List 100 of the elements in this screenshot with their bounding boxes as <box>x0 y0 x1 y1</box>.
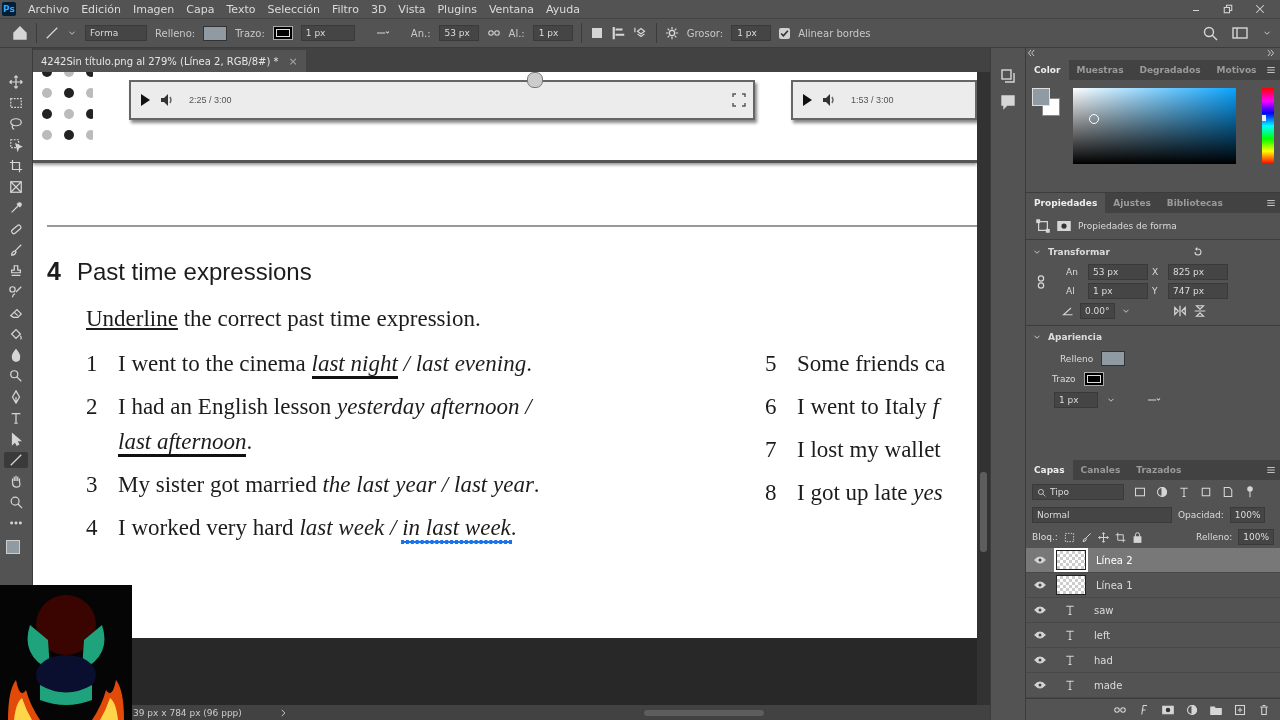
path-operations-icon[interactable] <box>589 26 604 40</box>
y-field[interactable]: 747 px <box>1168 283 1228 299</box>
trash-icon[interactable] <box>1258 704 1270 716</box>
eye-icon[interactable] <box>1034 654 1046 666</box>
line-tool-icon[interactable] <box>4 452 28 468</box>
search-icon[interactable] <box>1037 487 1046 497</box>
mode-dropdown[interactable]: Forma <box>85 25 147 41</box>
workspace-icon[interactable] <box>1232 25 1248 41</box>
mask-icon[interactable] <box>1162 704 1174 716</box>
home-icon[interactable] <box>12 25 28 41</box>
menu-item[interactable]: Ventana <box>482 2 541 16</box>
effects-icon[interactable] <box>1138 704 1150 716</box>
width-field[interactable]: 53 px <box>1088 264 1148 280</box>
panel-tab[interactable]: Trazados <box>1128 460 1190 480</box>
new-layer-icon[interactable] <box>1234 704 1246 716</box>
eye-icon[interactable] <box>1034 579 1046 591</box>
lock-pixels-icon[interactable] <box>1063 531 1075 543</box>
layer-row[interactable]: had <box>1026 648 1280 673</box>
weight-field[interactable]: 1 px <box>731 25 772 41</box>
layer-filter-dropdown[interactable]: Tipo <box>1032 484 1124 500</box>
eye-icon[interactable] <box>1034 604 1046 616</box>
menu-item[interactable]: Filtro <box>325 2 365 16</box>
shape-filter-icon[interactable] <box>1200 486 1212 498</box>
adjustment-icon[interactable] <box>1186 704 1198 716</box>
reset-icon[interactable] <box>1192 246 1204 258</box>
filter-toggle-icon[interactable] <box>1244 486 1256 498</box>
panel-tab[interactable]: Motivos <box>1208 60 1265 80</box>
fill-swatch[interactable] <box>203 25 228 41</box>
menu-item[interactable]: Vista <box>392 2 432 16</box>
align-icon[interactable] <box>611 26 626 40</box>
expand-icon[interactable] <box>1266 48 1276 58</box>
panel-tab[interactable]: Muestras <box>1068 60 1132 80</box>
volume-icon[interactable] <box>821 92 837 108</box>
fill-field[interactable]: 100% <box>1238 529 1274 545</box>
panel-tab[interactable]: Degradados <box>1131 60 1209 80</box>
panel-tab[interactable]: Propiedades <box>1026 193 1106 213</box>
menu-item[interactable]: Ayuda <box>540 2 587 16</box>
shape-bounds-icon[interactable] <box>1036 219 1050 233</box>
fill-swatch[interactable] <box>1101 351 1126 366</box>
scrollbar-thumb[interactable] <box>643 710 764 716</box>
layer-row[interactable]: made <box>1026 673 1280 698</box>
x-field[interactable]: 825 px <box>1168 264 1228 280</box>
stroke-width-field[interactable]: 1 px <box>1054 392 1098 408</box>
layer-row[interactable]: saw <box>1026 598 1280 623</box>
document-tab[interactable]: 4242Sin título.png al 279% (Línea 2, RGB/8#) * <box>41 55 279 67</box>
menu-item[interactable]: Imagen <box>126 2 181 16</box>
type-filter-icon[interactable] <box>1178 486 1190 498</box>
color-picker-field[interactable] <box>1073 88 1237 164</box>
panel-tab[interactable]: Capas <box>1026 460 1073 480</box>
angle-field[interactable]: 0.00° <box>1080 303 1115 319</box>
layer-row[interactable]: Línea 1 <box>1026 573 1280 598</box>
panel-menu-icon[interactable] <box>1266 465 1276 475</box>
stroke-swatch[interactable] <box>272 26 293 40</box>
scrollbar-thumb[interactable] <box>980 472 987 552</box>
menu-item[interactable]: Texto <box>220 2 262 16</box>
menu-item[interactable]: Capa <box>180 2 221 16</box>
mask-icon[interactable] <box>1056 219 1072 233</box>
app-logo[interactable]: Ps <box>2 2 16 16</box>
panel-tab[interactable]: Bibliotecas <box>1158 193 1231 213</box>
eye-icon[interactable] <box>1034 629 1046 641</box>
height-field[interactable]: 1 px <box>532 25 573 41</box>
eye-icon[interactable] <box>1034 554 1046 566</box>
stroke-swatch[interactable] <box>1083 372 1104 386</box>
blend-mode-dropdown[interactable]: Normal <box>1032 507 1172 523</box>
comment-icon[interactable] <box>1000 94 1016 110</box>
folder-icon[interactable] <box>1210 704 1222 716</box>
menu-item[interactable]: Edición <box>75 2 127 16</box>
menu-item[interactable]: Plugins <box>431 2 483 16</box>
link-icon[interactable] <box>1114 704 1126 716</box>
search-icon[interactable] <box>1202 25 1218 41</box>
height-field[interactable]: 1 px <box>1088 283 1148 299</box>
collapse-icon[interactable] <box>1026 48 1036 58</box>
panel-tab[interactable]: Canales <box>1072 460 1129 480</box>
smart-object-filter-icon[interactable] <box>1222 486 1234 498</box>
lock-icon[interactable] <box>1131 531 1143 543</box>
panel-tab[interactable]: Ajustes <box>1105 193 1159 213</box>
image-filter-icon[interactable] <box>1134 486 1146 498</box>
line-tool-icon[interactable] <box>45 26 59 40</box>
brush-icon[interactable] <box>1080 531 1092 543</box>
align-edges-checkbox[interactable] <box>779 27 791 39</box>
panel-menu-icon[interactable] <box>1266 198 1276 208</box>
flip-horizontal-icon[interactable] <box>1172 304 1187 318</box>
panel-tab[interactable]: Color <box>1026 60 1069 80</box>
fullscreen-icon[interactable] <box>731 92 747 108</box>
settings-icon[interactable] <box>664 26 679 40</box>
layer-row[interactable]: left <box>1026 623 1280 648</box>
layer-row[interactable]: Línea 2 <box>1026 548 1280 573</box>
restore-icon[interactable] <box>1222 3 1234 15</box>
eye-icon[interactable] <box>1034 679 1046 691</box>
flip-vertical-icon[interactable] <box>1192 304 1207 318</box>
menu-item[interactable]: Archivo <box>22 2 76 16</box>
color-swatches[interactable] <box>1032 88 1060 116</box>
menu-item[interactable]: 3D <box>364 2 393 16</box>
link-icon[interactable] <box>486 27 501 39</box>
volume-icon[interactable] <box>159 92 175 108</box>
tab-close-button[interactable]: × <box>288 54 298 68</box>
close-icon[interactable] <box>1254 3 1266 15</box>
stroke-width-dropdown[interactable]: 1 px <box>300 25 355 41</box>
crop-icon[interactable] <box>1114 531 1126 543</box>
menu-item[interactable]: Selección <box>261 2 326 16</box>
